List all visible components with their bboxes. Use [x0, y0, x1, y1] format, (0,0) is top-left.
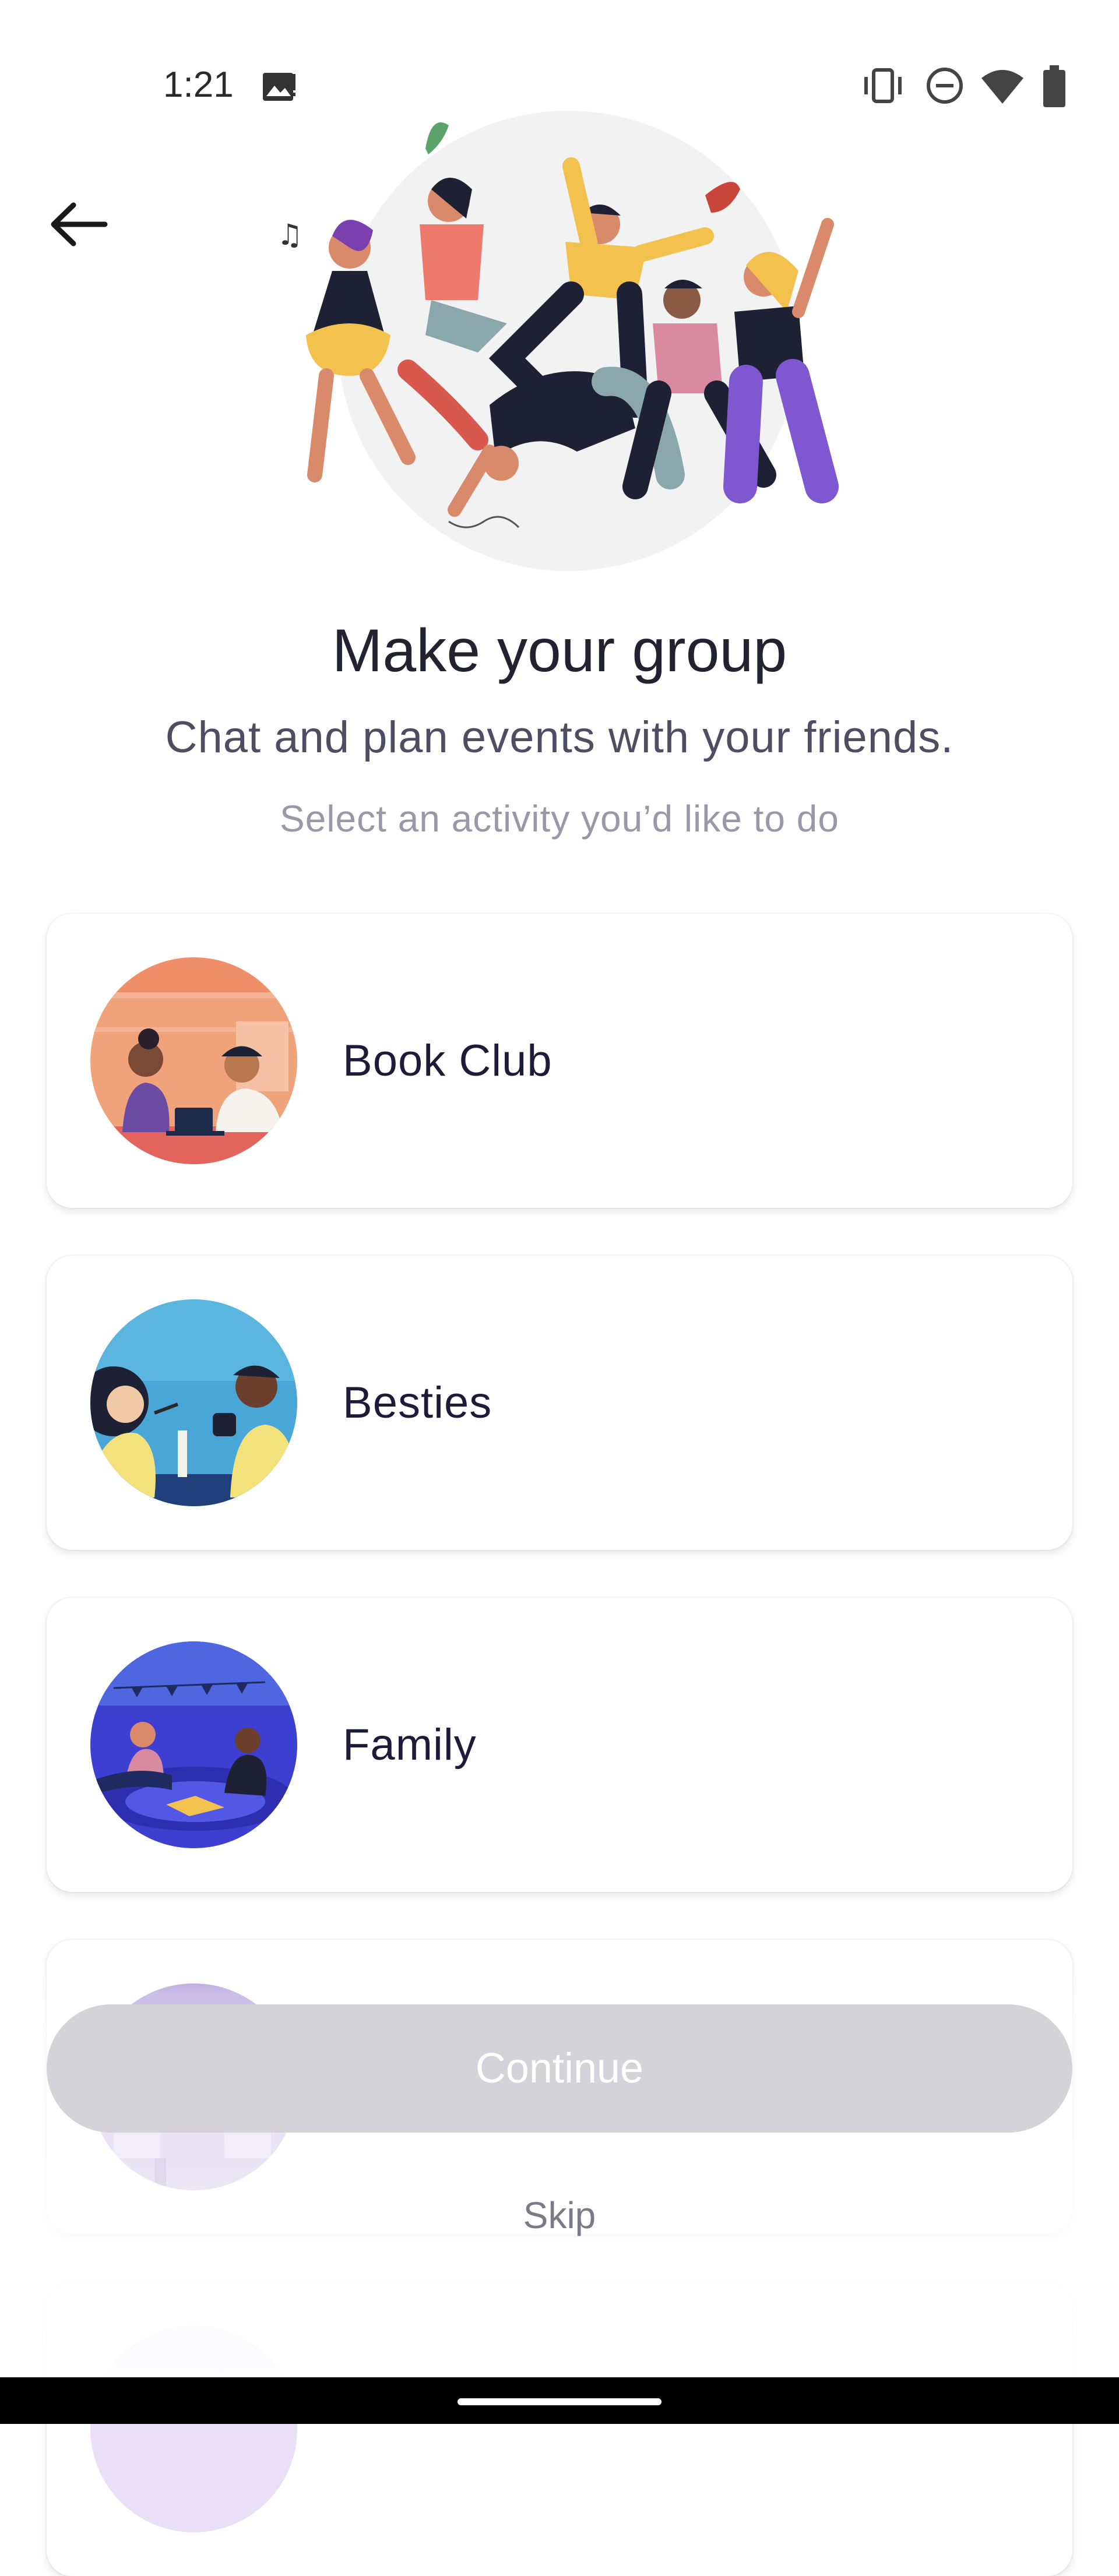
hero-illustration: ♫ [277, 111, 839, 571]
back-button[interactable] [41, 186, 117, 262]
activity-card-book-club[interactable]: Book Club [47, 914, 1072, 1208]
battery-icon [1043, 65, 1065, 107]
activity-card-family[interactable]: Family [47, 1598, 1072, 1892]
do-not-disturb-icon [927, 68, 963, 104]
book-club-illustration [90, 957, 297, 1164]
activity-label: Besties [343, 1378, 492, 1428]
continue-button[interactable]: Continue [47, 2004, 1072, 2133]
page-subtitle: Chat and plan events with your friends. [165, 713, 954, 762]
arrow-left-icon [51, 202, 108, 246]
page-title: Make your group [332, 617, 787, 685]
activity-label: Book Club [343, 1036, 553, 1086]
vibrate-icon [864, 68, 902, 103]
home-gesture-handle[interactable] [458, 2398, 661, 2405]
status-time: 1:21 [163, 65, 234, 105]
activity-hint: Select an activity you’d like to do [280, 798, 839, 840]
wifi-icon [981, 70, 1023, 104]
skip-button[interactable]: Skip [0, 2194, 1119, 2237]
svg-text:♫: ♫ [277, 218, 303, 252]
activity-label: Family [343, 1720, 477, 1770]
family-illustration [90, 1641, 297, 1848]
besties-illustration [90, 1299, 297, 1506]
activity-card-besties[interactable]: Besties [47, 1256, 1072, 1550]
